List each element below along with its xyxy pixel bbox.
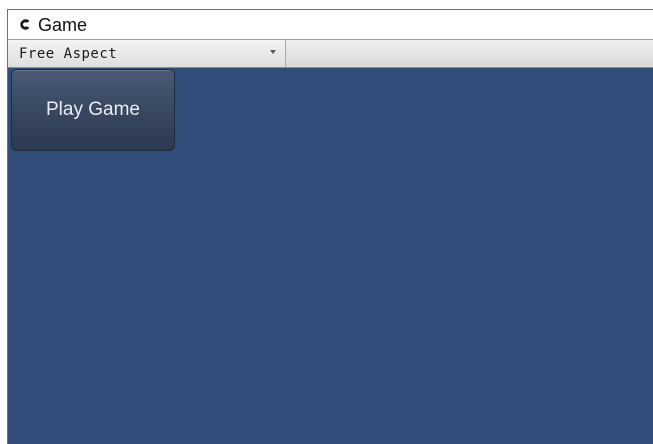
tab-game[interactable]: Game	[8, 10, 87, 39]
game-view-icon	[18, 18, 31, 31]
game-toolbar: Free Aspect	[8, 39, 653, 68]
tab-game-label: Game	[38, 14, 88, 35]
aspect-ratio-label: Free Aspect	[19, 45, 118, 62]
game-viewport: Play Game	[8, 68, 653, 444]
play-game-button[interactable]: Play Game	[11, 69, 175, 151]
game-window: Game Free Aspect Play Game	[7, 9, 653, 444]
dropdown-arrow-icon	[270, 50, 276, 54]
play-game-label: Play Game	[46, 99, 140, 120]
tab-bar: Game	[8, 10, 653, 39]
aspect-ratio-dropdown[interactable]: Free Aspect	[8, 40, 286, 67]
